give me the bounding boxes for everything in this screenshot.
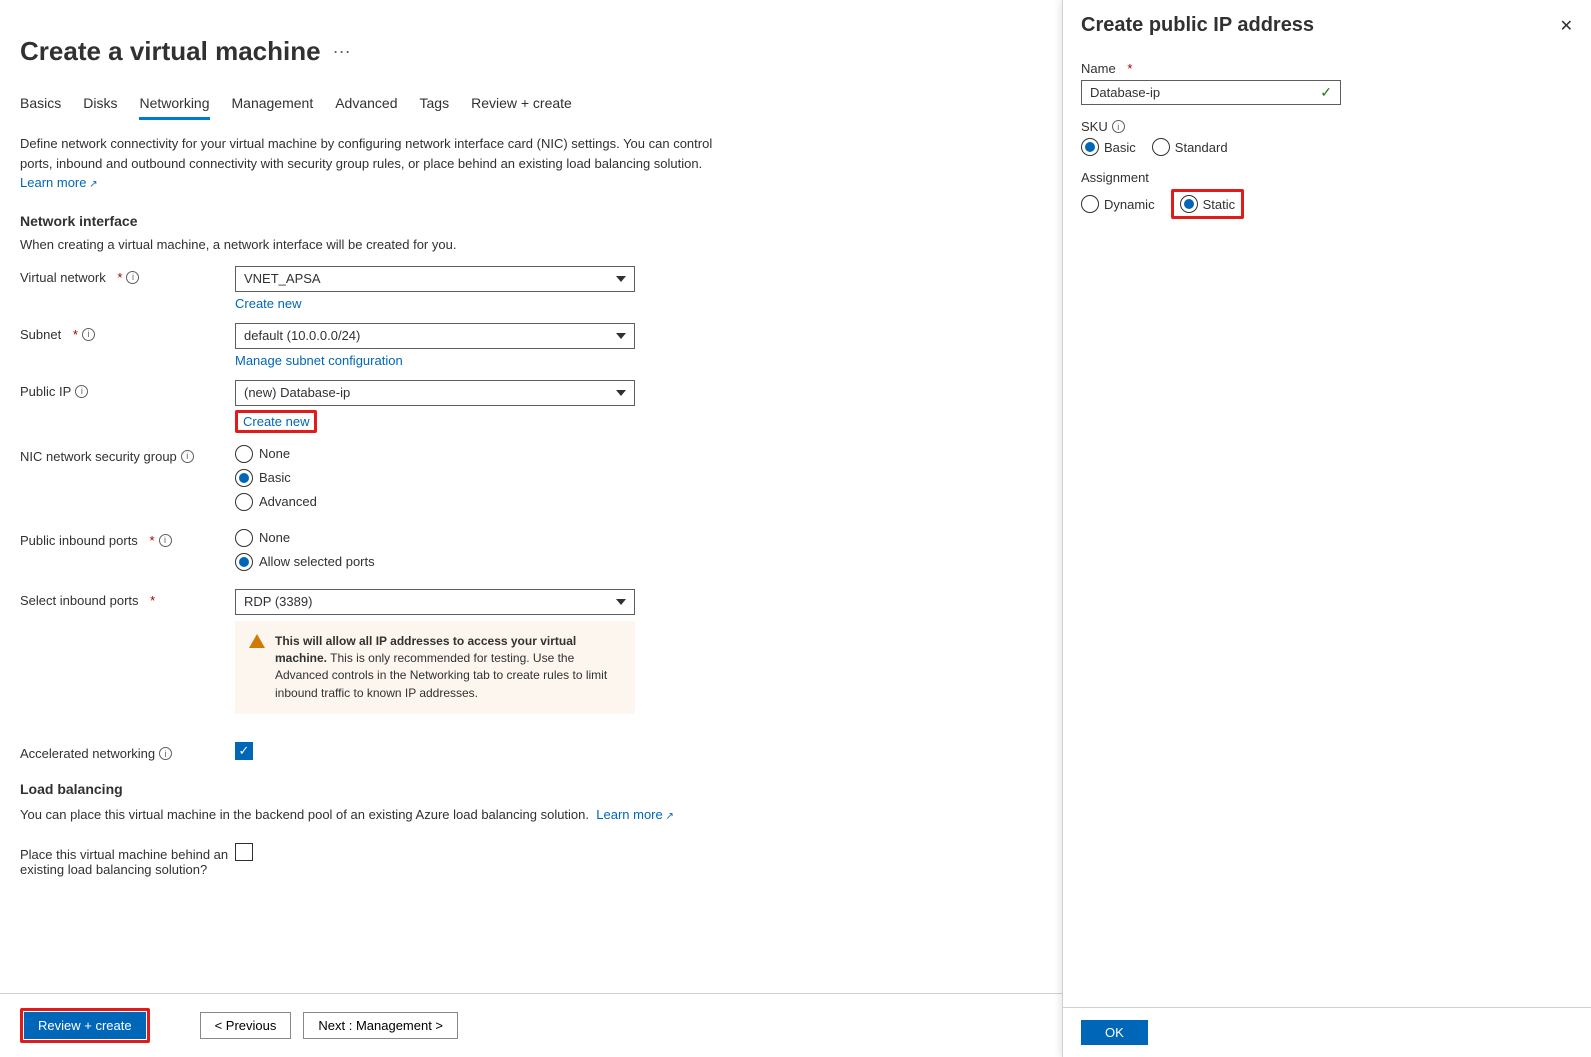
inbound-allow-label: Allow selected ports [259,554,375,569]
inbound-radio-allow[interactable] [235,553,253,571]
sku-basic-label: Basic [1104,140,1136,155]
panel-name-input[interactable]: Database-ip ✓ [1081,80,1341,105]
inbound-none-label: None [259,530,290,545]
public-ip-create-new-link[interactable]: Create new [239,414,313,429]
nsg-none-label: None [259,446,290,461]
tabs: Basics Disks Networking Management Advan… [20,95,1042,120]
nsg-radio-advanced[interactable] [235,493,253,511]
info-icon[interactable]: i [159,747,172,760]
panel-ok-button[interactable]: OK [1081,1020,1148,1045]
sku-radio-basic[interactable] [1081,138,1099,156]
intro-learn-more-link[interactable]: Learn more [20,175,98,190]
next-button[interactable]: Next : Management > [303,1012,458,1039]
info-icon[interactable]: i [75,385,88,398]
nsg-radio-basic[interactable] [235,469,253,487]
assignment-static-label: Static [1203,197,1236,212]
previous-button[interactable]: < Previous [200,1012,292,1039]
info-icon[interactable]: i [126,271,139,284]
public-ip-value: (new) Database-ip [244,385,350,400]
select-ports-select[interactable]: RDP (3389) [235,589,635,615]
info-icon[interactable]: i [82,328,95,341]
sku-radio-standard[interactable] [1152,138,1170,156]
tab-management[interactable]: Management [232,95,314,120]
network-interface-heading: Network interface [20,213,1042,229]
ports-warning: This will allow all IP addresses to acce… [235,621,635,715]
vnet-label: Virtual network * i [20,266,235,285]
select-ports-label: Select inbound ports * [20,589,235,608]
info-icon[interactable]: i [181,450,194,463]
panel-name-value: Database-ip [1090,85,1160,100]
lb-learn-more-link[interactable]: Learn more [596,807,674,822]
side-panel-create-public-ip: Create public IP address ✕ Name * Databa… [1062,0,1591,1057]
info-icon[interactable]: i [159,534,172,547]
select-ports-value: RDP (3389) [244,594,312,609]
tab-basics[interactable]: Basics [20,95,61,120]
nsg-basic-label: Basic [259,470,291,485]
nsg-radio-none[interactable] [235,445,253,463]
load-balancing-heading: Load balancing [20,781,1042,797]
accelerated-checkbox[interactable]: ✓ [235,742,253,760]
info-icon[interactable]: i [1112,120,1125,133]
nsg-label: NIC network security group i [20,445,235,464]
sku-standard-label: Standard [1175,140,1228,155]
lb-place-checkbox[interactable] [235,843,253,861]
subnet-manage-link[interactable]: Manage subnet configuration [235,353,403,368]
lb-place-label: Place this virtual machine behind an exi… [20,843,235,877]
validation-check-icon: ✓ [1320,84,1332,101]
tab-advanced[interactable]: Advanced [335,95,397,120]
page-title: Create a virtual machine [20,36,321,67]
tab-networking[interactable]: Networking [139,95,209,120]
chevron-down-icon [616,599,626,605]
vnet-select[interactable]: VNET_APSA [235,266,635,292]
public-ip-label: Public IP i [20,380,235,399]
tab-review-create[interactable]: Review + create [471,95,572,120]
intro-text: Define network connectivity for your vir… [20,134,740,193]
vnet-value: VNET_APSA [244,271,321,286]
nsg-advanced-label: Advanced [259,494,317,509]
inbound-ports-label: Public inbound ports * i [20,529,235,548]
public-ip-select[interactable]: (new) Database-ip [235,380,635,406]
subnet-select[interactable]: default (10.0.0.0/24) [235,323,635,349]
panel-sku-label: SKU i [1081,119,1573,134]
footer: Review + create < Previous Next : Manage… [0,993,1062,1057]
more-actions-icon[interactable]: ··· [333,41,351,62]
chevron-down-icon [616,333,626,339]
review-create-button[interactable]: Review + create [24,1012,146,1039]
tab-disks[interactable]: Disks [83,95,117,120]
subnet-label: Subnet * i [20,323,235,342]
network-interface-subtext: When creating a virtual machine, a netwo… [20,237,1042,252]
panel-assignment-label: Assignment [1081,170,1573,185]
subnet-value: default (10.0.0.0/24) [244,328,360,343]
chevron-down-icon [616,390,626,396]
warning-icon [249,634,265,648]
tab-tags[interactable]: Tags [420,95,450,120]
inbound-radio-none[interactable] [235,529,253,547]
close-icon[interactable]: ✕ [1560,16,1573,36]
assignment-dynamic-label: Dynamic [1104,197,1155,212]
chevron-down-icon [616,276,626,282]
accelerated-label: Accelerated networking i [20,742,235,761]
assignment-radio-static[interactable] [1180,195,1198,213]
lb-desc: You can place this virtual machine in th… [20,807,589,822]
panel-title: Create public IP address [1081,14,1314,37]
intro-copy: Define network connectivity for your vir… [20,136,712,171]
panel-name-label: Name * [1081,61,1573,76]
vnet-create-new-link[interactable]: Create new [235,296,301,311]
assignment-radio-dynamic[interactable] [1081,195,1099,213]
